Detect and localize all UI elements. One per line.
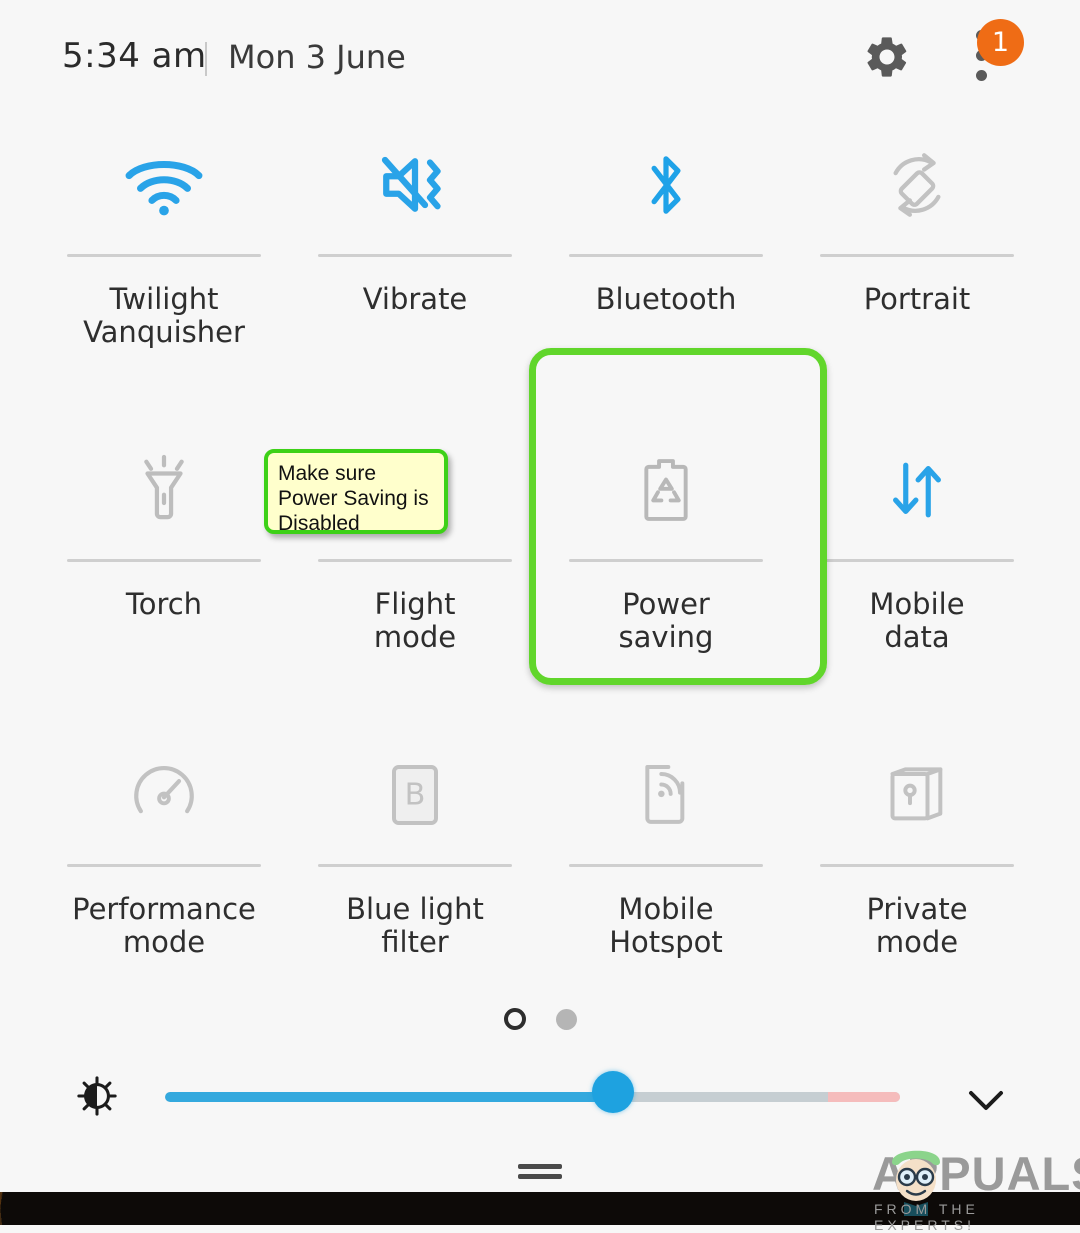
tile-label-line2: data: [884, 620, 950, 654]
tile-label-line2: mode: [875, 925, 959, 959]
status-badge[interactable]: 1: [977, 19, 1024, 66]
tile-label-line1: Flight: [374, 587, 456, 621]
tile-label-line1: Twilight: [109, 282, 219, 316]
tile-label: Portrait: [863, 282, 971, 316]
speedometer-icon: [66, 740, 262, 850]
mobile-data-arrows-icon: [819, 435, 1015, 545]
tile-divider: [569, 254, 763, 257]
gear-icon[interactable]: [862, 32, 912, 82]
status-bar: 5:34 am Mon 3 June 1: [0, 0, 1080, 118]
tile-twilight-vanquisher[interactable]: Twilight Vanquisher: [66, 118, 262, 418]
watermark: APPUALS FROM THE EXPERTS!: [862, 1136, 1080, 1233]
watermark-tagline: FROM THE EXPERTS!: [874, 1201, 979, 1233]
quick-settings-panel: 5:34 am Mon 3 June 1 Twilight Vanquisher…: [0, 0, 1080, 1192]
wifi-icon: [66, 130, 262, 240]
tile-label-line1: Blue light: [346, 892, 484, 926]
tile-label-line1: Private: [866, 892, 968, 926]
tile-divider: [820, 559, 1014, 562]
highlight-box-power-saving: [529, 348, 827, 685]
brightness-slider-track[interactable]: [165, 1092, 900, 1102]
tile-mobile-data[interactable]: Mobile data: [819, 423, 1015, 723]
brightness-row: [0, 1071, 1080, 1135]
page-dot-1[interactable]: [503, 1008, 526, 1030]
tile-row-3: Performance mode B Blue light filter Mob…: [0, 728, 1080, 1033]
annotation-callout: Make sure Power Saving is Disabled: [264, 449, 448, 535]
tile-private-mode[interactable]: Private mode: [819, 728, 1015, 1028]
page-indicator: [0, 1008, 1080, 1030]
callout-line1: Make sure: [278, 462, 377, 485]
tile-divider: [820, 254, 1014, 257]
tile-label: Vibrate: [362, 282, 468, 316]
header-separator: [205, 42, 207, 76]
clock-time: 5:34 am: [62, 36, 207, 76]
tile-label-line1: Mobile: [618, 892, 714, 926]
tile-divider: [67, 864, 261, 867]
brightness-warning-zone: [828, 1092, 900, 1102]
tile-vibrate[interactable]: Vibrate: [317, 118, 513, 418]
tile-label-line2: mode: [373, 620, 457, 654]
flashlight-icon: [66, 435, 262, 545]
tile-label: Mobile data: [819, 588, 1015, 654]
tile-label: Private mode: [819, 893, 1015, 959]
bluetooth-icon: [568, 130, 764, 240]
rotation-lock-icon: [819, 130, 1015, 240]
tile-label-line2: Vanquisher: [83, 315, 245, 349]
tile-label: Twilight Vanquisher: [66, 283, 262, 349]
tile-label: Torch: [125, 587, 203, 621]
private-folder-lock-icon: [819, 740, 1015, 850]
tile-label-line2: filter: [381, 925, 449, 959]
tile-label-line1: Performance: [72, 892, 256, 926]
clock-date: Mon 3 June: [228, 38, 406, 76]
svg-text:B: B: [405, 777, 426, 812]
tile-divider: [569, 864, 763, 867]
chevron-down-icon[interactable]: [963, 1085, 1009, 1115]
tile-label-line2: Hotspot: [609, 925, 723, 959]
tile-label-line1: Mobile: [869, 587, 965, 621]
drag-handle[interactable]: [518, 1164, 562, 1184]
tile-divider: [318, 559, 512, 562]
tile-mobile-hotspot[interactable]: Mobile Hotspot: [568, 728, 764, 1028]
tile-blue-light-filter[interactable]: B Blue light filter: [317, 728, 513, 1028]
brightness-slider-thumb[interactable]: [592, 1071, 635, 1113]
tile-label: Mobile Hotspot: [568, 893, 764, 959]
tile-divider: [318, 254, 512, 257]
vibrate-mute-icon: [317, 130, 513, 240]
brightness-slider-fill: [165, 1092, 614, 1102]
tile-label: Blue light filter: [317, 893, 513, 959]
tile-label: Bluetooth: [595, 282, 737, 316]
tile-divider: [820, 864, 1014, 867]
tile-label: Performance mode: [66, 893, 262, 959]
tile-label-line2: mode: [122, 925, 206, 959]
callout-line2: Power Saving is: [278, 487, 429, 510]
callout-line3: Disabled: [278, 512, 360, 535]
tile-divider: [67, 559, 261, 562]
blue-light-filter-icon: B: [317, 740, 513, 850]
tile-performance-mode[interactable]: Performance mode: [66, 728, 262, 1028]
tile-divider: [67, 254, 261, 257]
tile-label: Flight mode: [317, 588, 513, 654]
tile-portrait[interactable]: Portrait: [819, 118, 1015, 418]
hotspot-tethering-icon: [568, 740, 764, 850]
tile-divider: [318, 864, 512, 867]
tile-torch[interactable]: Torch: [66, 423, 262, 723]
page-dot-2[interactable]: [555, 1008, 577, 1030]
brightness-sun-icon: [76, 1075, 118, 1117]
